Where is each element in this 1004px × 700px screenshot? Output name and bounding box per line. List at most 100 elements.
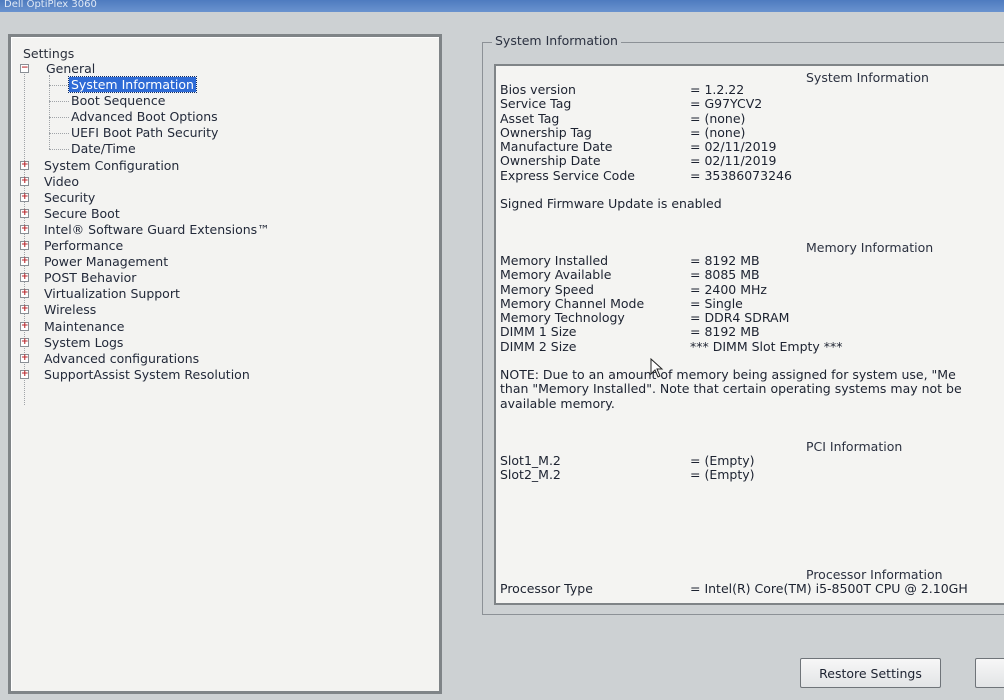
info-key: Memory Available <box>500 267 612 282</box>
settings-tree[interactable]: Settings − General System Information Bo… <box>8 34 442 694</box>
firmware-note: Signed Firmware Update is enabled <box>500 196 722 211</box>
expand-icon[interactable]: + <box>20 177 29 186</box>
expand-icon[interactable]: + <box>20 257 29 266</box>
tree-item-boot-sequence[interactable]: Boot Sequence <box>69 93 167 109</box>
expand-icon[interactable]: + <box>20 225 29 234</box>
expand-icon[interactable]: + <box>20 161 29 170</box>
tree-item-label: System Configuration <box>44 158 180 173</box>
info-key: Express Service Code <box>500 168 635 183</box>
info-row: Slot2_M.2 = (Empty) <box>500 467 755 482</box>
expand-icon[interactable]: + <box>20 209 29 218</box>
tree-item-wireless[interactable]: + Wireless <box>20 302 98 318</box>
tree-item-label: Secure Boot <box>44 206 120 221</box>
expand-icon[interactable]: + <box>20 338 29 347</box>
info-value: = 8085 MB <box>690 267 760 282</box>
tree-item-label: Virtualization Support <box>44 286 180 301</box>
expand-icon[interactable]: + <box>20 289 29 298</box>
info-key: DIMM 1 Size <box>500 324 577 339</box>
section-title-memory: Memory Information <box>806 240 934 255</box>
expand-icon[interactable]: + <box>20 193 29 202</box>
tree-item-label: Advanced configurations <box>44 351 200 366</box>
tree-item-system-information[interactable]: System Information <box>68 76 197 93</box>
info-key: Ownership Date <box>500 153 601 168</box>
info-value: = 02/11/2019 <box>690 153 777 168</box>
tree-item-maintenance[interactable]: + Maintenance <box>20 319 127 335</box>
info-row: Express Service Code = 35386073246 <box>500 168 792 183</box>
tree-item-security[interactable]: + Security <box>20 190 97 206</box>
tree-item-label: General <box>46 61 96 76</box>
tree-item-power-management[interactable]: + Power Management <box>20 254 170 270</box>
tree-item-video[interactable]: + Video <box>20 174 81 190</box>
info-value: *** DIMM Slot Empty *** <box>690 339 843 354</box>
expand-icon[interactable]: + <box>20 322 29 331</box>
expand-icon[interactable]: + <box>20 273 29 282</box>
tree-item-label: Intel® Software Guard Extensions™ <box>44 222 270 237</box>
bios-setup-window: Settings − General System Information Bo… <box>0 12 1004 700</box>
tree-item-virtualization-support[interactable]: + Virtualization Support <box>20 286 182 302</box>
info-value: = 35386073246 <box>690 168 792 183</box>
info-row: DIMM 2 Size *** DIMM Slot Empty *** <box>500 339 843 354</box>
window-title: Dell OptiPlex 3060 <box>4 0 97 10</box>
tree-item-label: Performance <box>44 238 124 253</box>
tree-item-date-time[interactable]: Date/Time <box>69 141 138 157</box>
info-key: Service Tag <box>500 96 572 111</box>
section-title-system: System Information <box>806 70 929 85</box>
tree-item-label: SupportAssist System Resolution <box>44 367 250 382</box>
partial-button[interactable] <box>975 658 1004 688</box>
window-title-bar: Dell OptiPlex 3060 <box>0 0 1004 12</box>
info-key: DIMM 2 Size <box>500 339 577 354</box>
tree-connector <box>49 149 69 150</box>
info-key: Processor Type <box>500 581 593 596</box>
tree-connector <box>49 133 69 134</box>
info-key: Slot2_M.2 <box>500 467 561 482</box>
tree-item-performance[interactable]: + Performance <box>20 238 125 254</box>
section-title-processor: Processor Information <box>806 567 943 582</box>
tree-item-label: Wireless <box>44 302 97 317</box>
expand-icon[interactable]: + <box>20 370 29 379</box>
tree-item-label: System Information <box>68 76 197 93</box>
expand-icon[interactable]: + <box>20 241 29 250</box>
info-value: = 8192 MB <box>690 324 760 339</box>
tree-connector <box>49 101 69 102</box>
tree-item-label: UEFI Boot Path Security <box>71 125 219 140</box>
tree-item-secure-boot[interactable]: + Secure Boot <box>20 206 122 222</box>
tree-item-label: Maintenance <box>44 319 125 334</box>
group-title: System Information <box>492 33 621 49</box>
tree-item-label: Security <box>44 190 96 205</box>
tree-item-label: Boot Sequence <box>71 93 166 108</box>
info-row: Ownership Date = 02/11/2019 <box>500 153 777 168</box>
tree-root-settings: Settings <box>23 46 75 61</box>
info-row: DIMM 1 Size = 8192 MB <box>500 324 760 339</box>
mouse-pointer-icon <box>650 358 664 378</box>
info-row: Service Tag = G97YCV2 <box>500 96 763 111</box>
tree-item-intel-sgx[interactable]: + Intel® Software Guard Extensions™ <box>20 222 272 238</box>
collapse-icon[interactable]: − <box>20 64 29 73</box>
section-title-pci: PCI Information <box>806 439 903 454</box>
memory-note-line: available memory. <box>500 396 615 411</box>
expand-icon[interactable]: + <box>20 354 29 363</box>
system-information-panel[interactable]: System Information Bios version = 1.2.22 … <box>494 64 1004 605</box>
tree-item-label: Power Management <box>44 254 169 269</box>
tree-item-label: Video <box>44 174 80 189</box>
restore-settings-button[interactable]: Restore Settings <box>800 658 941 688</box>
tree-item-post-behavior[interactable]: + POST Behavior <box>20 270 138 286</box>
tree-item-advanced-configurations[interactable]: + Advanced configurations <box>20 351 201 367</box>
expand-icon[interactable]: + <box>20 305 29 314</box>
tree-item-label: POST Behavior <box>44 270 137 285</box>
tree-connector <box>49 85 69 86</box>
info-value: = Intel(R) Core(TM) i5-8500T CPU @ 2.10G… <box>690 581 968 596</box>
tree-connector <box>49 117 69 118</box>
info-value: = (Empty) <box>690 467 755 482</box>
tree-item-label: Advanced Boot Options <box>71 109 218 124</box>
tree-item-system-configuration[interactable]: + System Configuration <box>20 158 181 174</box>
tree-item-supportassist[interactable]: + SupportAssist System Resolution <box>20 367 252 383</box>
tree-item-advanced-boot-options[interactable]: Advanced Boot Options <box>69 109 220 125</box>
tree-item-label: System Logs <box>44 335 124 350</box>
tree-item-uefi-boot-path-security[interactable]: UEFI Boot Path Security <box>69 125 220 141</box>
tree-item-system-logs[interactable]: + System Logs <box>20 335 125 351</box>
tree-item-general[interactable]: − General <box>20 61 97 77</box>
info-row: Processor Type = Intel(R) Core(TM) i5-850… <box>500 581 968 596</box>
tree-item-label: Date/Time <box>71 141 136 156</box>
info-row: Memory Available = 8085 MB <box>500 267 760 282</box>
info-value: = G97YCV2 <box>690 96 763 111</box>
